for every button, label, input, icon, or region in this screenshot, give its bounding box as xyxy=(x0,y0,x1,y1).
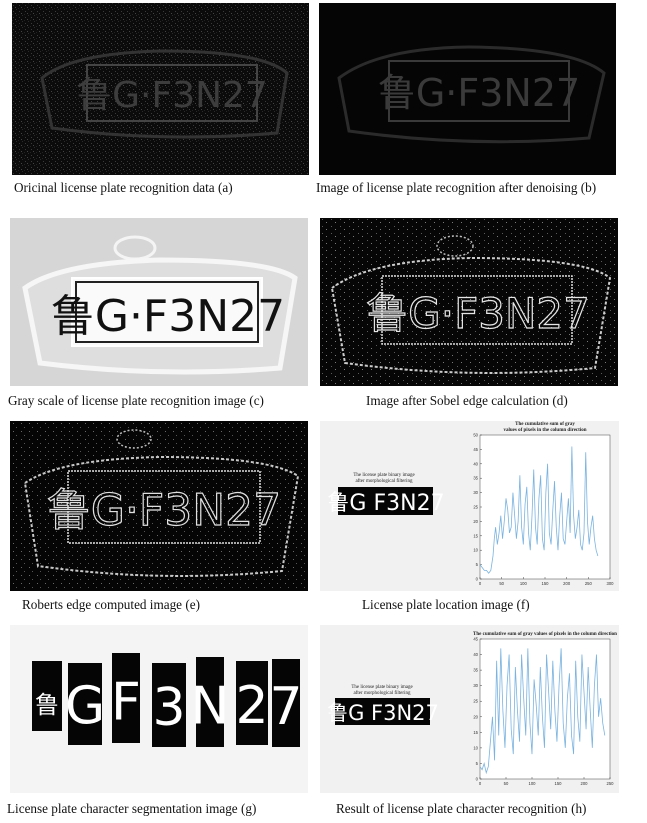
caption-e: Roberts edge computed image (e) xyxy=(22,597,200,612)
binary-label-line1: The license plate binary image xyxy=(351,685,413,690)
y-tick-label: 10 xyxy=(473,548,478,553)
segment-char-7: 7 xyxy=(269,659,303,747)
panel-f-image: The license plate binary image after mor… xyxy=(320,421,619,591)
segment-glyph: 鲁 xyxy=(35,691,59,719)
panel-a-image: 鲁G·F3N27 xyxy=(12,3,309,175)
roberts-edge-image: 鲁G·F3N27 xyxy=(10,421,308,591)
y-tick-label: 35 xyxy=(473,668,478,673)
caption-c: Gray scale of license plate recognition … xyxy=(8,393,264,408)
svg-text:鲁G·F3N27: 鲁G·F3N27 xyxy=(378,71,580,115)
segment-glyph: 3 xyxy=(152,678,185,738)
segment-char-1: 鲁 xyxy=(32,661,62,731)
y-tick-label: 15 xyxy=(473,730,478,735)
segment-glyph: G xyxy=(65,677,105,737)
panel-c-image: 鲁G·F3N27 xyxy=(10,218,308,386)
y-tick-label: 15 xyxy=(473,533,478,538)
segment-glyph: F xyxy=(111,673,141,733)
x-tick-label: 50 xyxy=(499,581,504,586)
x-tick-label: 200 xyxy=(581,781,589,786)
binary-label-line1: The license plate binary image xyxy=(353,473,415,478)
caption-d: Image after Sobel edge calculation (d) xyxy=(366,393,568,408)
y-tick-label: 30 xyxy=(473,490,478,495)
y-tick-label: 25 xyxy=(473,699,478,704)
y-tick-label: 20 xyxy=(473,519,478,524)
chart-h: The cumulative sum of gray values of pix… xyxy=(473,632,617,786)
caption-f: License plate location image (f) xyxy=(362,597,530,612)
noisy-plate-image: 鲁G·F3N27 xyxy=(12,3,309,175)
character-segmentation-image: 鲁GF3N27 xyxy=(10,625,308,793)
chart-title: values of pixels in the column direction xyxy=(504,428,587,433)
chart-f: The cumulative sum of grayvalues of pixe… xyxy=(473,422,614,586)
segment-char-4: 3 xyxy=(152,663,186,747)
chart-title: The cumulative sum of gray values of pix… xyxy=(473,632,617,637)
grayscale-plate-image: 鲁G·F3N27 xyxy=(10,218,308,386)
binary-plate-text: 鲁G F3N27 xyxy=(327,491,444,516)
y-tick-label: 50 xyxy=(473,433,478,438)
x-tick-label: 50 xyxy=(504,781,509,786)
svg-text:鲁G·F3N27: 鲁G·F3N27 xyxy=(51,291,285,342)
segment-char-5: N xyxy=(191,657,230,747)
caption-h: Result of license plate character recogn… xyxy=(336,801,587,816)
svg-text:鲁G·F3N27: 鲁G·F3N27 xyxy=(47,485,281,536)
panel-e-image: 鲁G·F3N27 xyxy=(10,421,308,591)
x-tick-label: 200 xyxy=(563,581,571,586)
caption-b: Image of license plate recognition after… xyxy=(316,180,597,195)
y-tick-label: 20 xyxy=(473,714,478,719)
x-tick-label: 300 xyxy=(607,581,615,586)
panel-g-image: 鲁GF3N27 xyxy=(10,625,308,793)
plate-location-figure: The license plate binary image after mor… xyxy=(320,421,619,591)
segment-char-3: F xyxy=(111,653,141,743)
svg-text:鲁G·F3N27: 鲁G·F3N27 xyxy=(76,75,268,116)
binary-label-line2: after morphological filtering xyxy=(354,691,411,696)
panel-b-image: 鲁G·F3N27 xyxy=(319,3,616,175)
x-tick-label: 100 xyxy=(529,781,537,786)
sobel-edge-image: 鲁G·F3N27 xyxy=(320,218,618,386)
panel-d-image: 鲁G·F3N27 xyxy=(320,218,618,386)
binary-label-line2: after morphological filtering xyxy=(356,479,413,484)
segment-char-6: 2 xyxy=(235,661,269,745)
y-tick-label: 25 xyxy=(473,505,478,510)
y-tick-label: 45 xyxy=(473,447,478,452)
x-tick-label: 250 xyxy=(607,781,615,786)
y-tick-label: 35 xyxy=(473,476,478,481)
denoised-plate-image: 鲁G·F3N27 xyxy=(319,3,616,175)
y-tick-label: 10 xyxy=(473,745,478,750)
character-recognition-figure: The license plate binary image after mor… xyxy=(320,625,619,793)
segment-glyph: 2 xyxy=(235,676,268,736)
segment-char-2: G xyxy=(65,663,105,745)
x-tick-label: 150 xyxy=(542,581,550,586)
y-tick-label: 40 xyxy=(473,652,478,657)
y-tick-label: 45 xyxy=(473,637,478,642)
caption-g: License plate character segmentation ima… xyxy=(7,801,257,816)
x-tick-label: 100 xyxy=(520,581,528,586)
x-tick-label: 150 xyxy=(555,781,563,786)
segment-glyph: 7 xyxy=(269,677,302,737)
segment-glyph: N xyxy=(191,677,230,737)
y-tick-label: 40 xyxy=(473,461,478,466)
svg-text:鲁G·F3N27: 鲁G·F3N27 xyxy=(366,289,590,338)
caption-a: Oricinal license plate recognition data … xyxy=(14,180,233,195)
x-tick-label: 250 xyxy=(585,581,593,586)
binary-plate-text: 鲁G F3N27 xyxy=(327,701,439,725)
y-tick-label: 30 xyxy=(473,683,478,688)
chart-title: The cumulative sum of gray xyxy=(515,422,575,427)
panel-h-image: The license plate binary image after mor… xyxy=(320,625,619,793)
chart-plot-area xyxy=(479,434,611,580)
